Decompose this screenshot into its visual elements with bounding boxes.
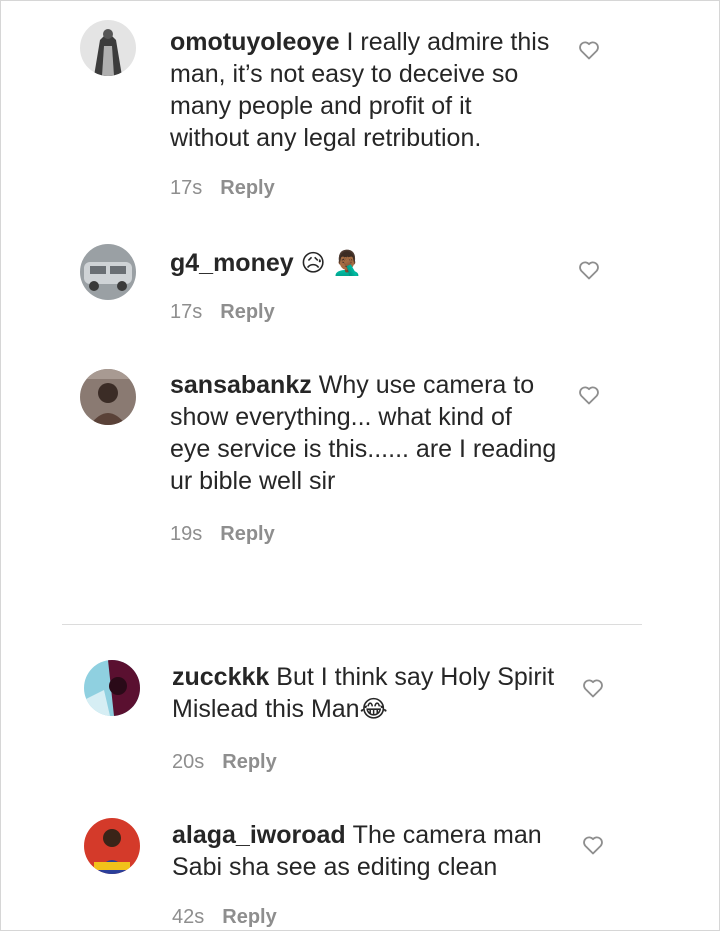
- comment-username[interactable]: alaga_iworoad: [172, 821, 346, 849]
- reply-button[interactable]: Reply: [220, 523, 274, 545]
- comment-body-line: Mislead this Man: [172, 695, 360, 723]
- reply-button[interactable]: Reply: [220, 301, 274, 323]
- comment-meta: 20s Reply: [172, 751, 277, 774]
- comment-username[interactable]: g4_money: [170, 249, 294, 277]
- reply-button[interactable]: Reply: [220, 177, 274, 199]
- avatar[interactable]: [84, 818, 140, 874]
- heart-outline-icon[interactable]: [577, 258, 601, 282]
- avatar-image: [84, 660, 140, 716]
- comment-text: g4_money 😥 🤦🏾‍♂️: [170, 247, 570, 280]
- comment-username[interactable]: sansabankz: [170, 371, 312, 399]
- comment-body-line: many people and profit of it: [170, 92, 472, 120]
- avatar-image: [84, 818, 140, 874]
- heart-outline-icon[interactable]: [581, 833, 605, 857]
- comment-body-line: Why use camera to: [318, 371, 535, 399]
- comment-text: zucckkk But I think say Holy Spirit Misle…: [172, 661, 572, 726]
- comment-body-line: man, it’s not easy to deceive so: [170, 60, 519, 88]
- heart-outline-icon[interactable]: [577, 383, 601, 407]
- avatar[interactable]: [80, 369, 136, 425]
- comment-time: 19s: [170, 523, 203, 545]
- comment-time: 17s: [170, 301, 203, 323]
- comment-text: sansabankz Why use camera to show everyth…: [170, 369, 570, 497]
- avatar[interactable]: [80, 244, 136, 300]
- comment-body-line: The camera man: [352, 821, 542, 849]
- comment-body-line: show everything... what kind of: [170, 403, 512, 431]
- comment-username[interactable]: omotuyoleoye: [170, 28, 339, 56]
- heart-outline-icon[interactable]: [581, 676, 605, 700]
- reply-button[interactable]: Reply: [222, 751, 276, 773]
- section-divider: [62, 624, 642, 625]
- comment-emoji: 😂: [359, 696, 388, 723]
- comment-emoji: 😥 🤦🏾‍♂️: [300, 250, 363, 277]
- comment-body-line: But I think say Holy Spirit: [276, 663, 555, 691]
- comment-body-line: without any legal retribution.: [170, 124, 482, 152]
- comment-time: 42s: [172, 906, 205, 928]
- heart-outline-icon[interactable]: [577, 38, 601, 62]
- comment-body-line: I really admire this: [346, 28, 550, 56]
- avatar-image: [80, 369, 136, 425]
- avatar-image: [80, 20, 136, 76]
- avatar[interactable]: [80, 20, 136, 76]
- comment-text: omotuyoleoye I really admire this man, it…: [170, 26, 570, 154]
- comment-body-line: ur bible well sir: [170, 467, 336, 495]
- comment-username[interactable]: zucckkk: [172, 663, 269, 691]
- avatar[interactable]: [84, 660, 140, 716]
- comment-meta: 19s Reply: [170, 523, 275, 546]
- comment-body-line: eye service is this...... are I reading: [170, 435, 557, 463]
- comment-time: 20s: [172, 751, 205, 773]
- comment-text: alaga_iworoad The camera man Sabi sha see…: [172, 819, 572, 883]
- reply-button[interactable]: Reply: [222, 906, 276, 928]
- comment-time: 17s: [170, 177, 203, 199]
- comment-meta: 17s Reply: [170, 177, 275, 200]
- comment-meta: 17s Reply: [170, 301, 275, 324]
- comment-meta: 42s Reply: [172, 906, 277, 929]
- avatar-image: [80, 244, 136, 300]
- comment-body-line: Sabi sha see as editing clean: [172, 853, 498, 881]
